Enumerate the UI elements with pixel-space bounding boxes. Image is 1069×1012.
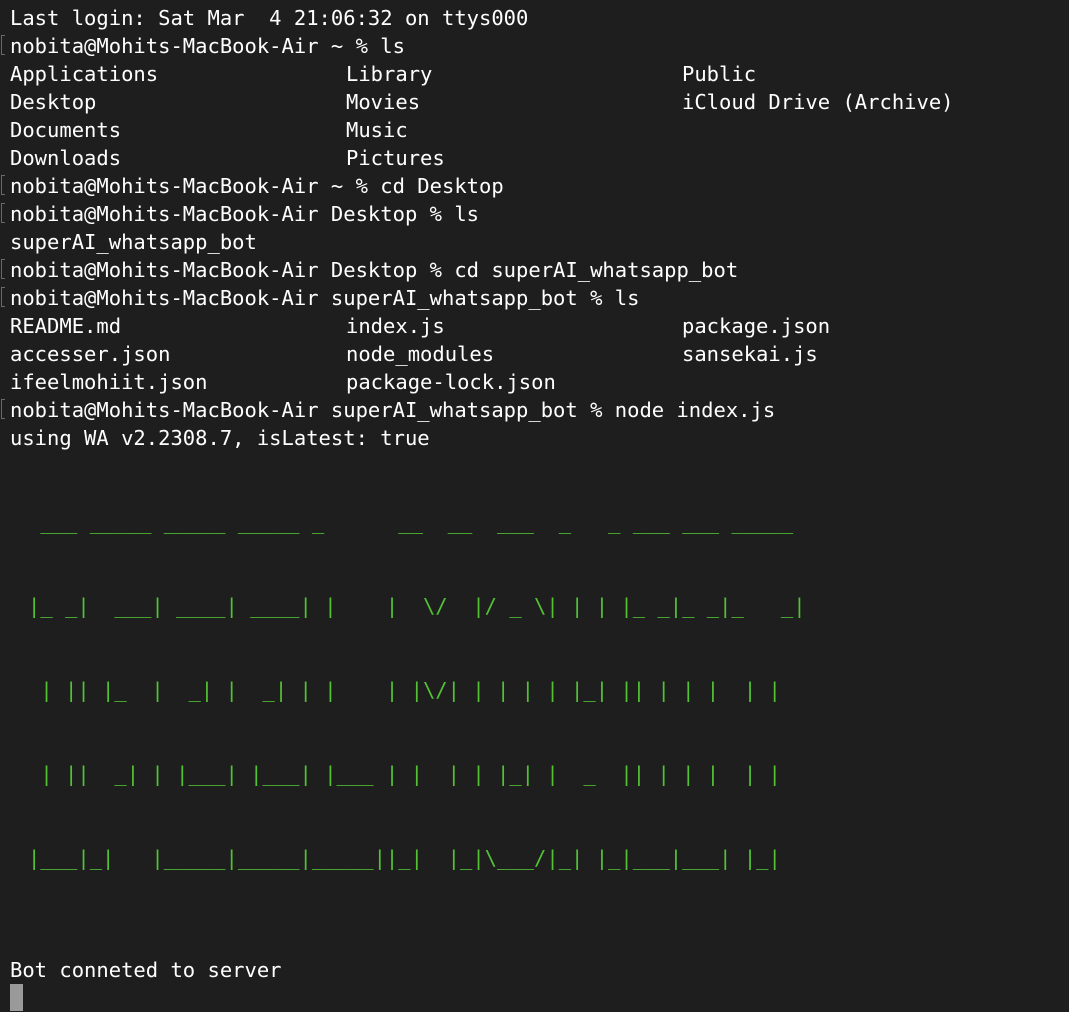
prompt-mark-icon (1, 175, 5, 195)
command-text: nobita@Mohits-MacBook-Air superAI_whatsa… (10, 286, 640, 310)
banner-line: ___ _____ _____ _____ _ __ __ ___ _ _ __… (28, 510, 794, 534)
listing-item: Music (346, 118, 408, 142)
listing-item: Applications (10, 62, 159, 86)
listing-item: index.js (346, 314, 445, 338)
listing-row: README.md index.js package.json (10, 312, 1069, 340)
command-line: nobita@Mohits-MacBook-Air Desktop % ls (1, 200, 1069, 228)
banner-line: |___|_| |_____|_____|_____||_| |_|\___/|… (28, 846, 781, 870)
listing-item: Pictures (346, 146, 445, 170)
banner-line: |_ _| ___| ____| ____| | | \/ |/ _ \| | … (28, 594, 806, 618)
prompt-mark-icon (1, 203, 5, 223)
listing-row: Applications Library Public (10, 60, 1069, 88)
command-text: nobita@Mohits-MacBook-Air ~ % cd Desktop (10, 174, 504, 198)
listing-row: ifeelmohiit.json package-lock.json (10, 368, 1069, 396)
banner-line: | || _| | |___| |___| |___ | | | | |_| |… (28, 762, 781, 786)
text-cursor[interactable] (10, 984, 23, 1011)
listing-item (682, 368, 1018, 396)
listing-item: iCloud Drive (Archive) (682, 90, 954, 114)
desktop-listing: superAI_whatsapp_bot (10, 230, 257, 254)
banner-line: | || |_ | _| | _| | | | |\/| | | | | |_|… (28, 678, 781, 702)
listing-item: sansekai.js (682, 342, 818, 366)
listing-item: package-lock.json (346, 370, 556, 394)
status-line: Bot conneted to server (10, 958, 282, 982)
listing-item (682, 144, 1018, 172)
command-text: nobita@Mohits-MacBook-Air ~ % ls (10, 34, 405, 58)
command-line: nobita@Mohits-MacBook-Air ~ % cd Desktop (1, 172, 1069, 200)
listing-row: Downloads Pictures (10, 144, 1069, 172)
prompt-mark-icon (1, 287, 5, 307)
wa-version-line: using WA v2.2308.7, isLatest: true (10, 426, 430, 450)
command-text: nobita@Mohits-MacBook-Air superAI_whatsa… (10, 398, 776, 422)
terminal-window[interactable]: Last login: Sat Mar 4 21:06:32 on ttys00… (0, 0, 1069, 1011)
listing-row: Desktop Movies iCloud Drive (Archive) (10, 88, 1069, 116)
prompt-mark-icon (1, 399, 5, 419)
listing-item: accesser.json (10, 342, 171, 366)
ascii-banner: ___ _____ _____ _____ _ __ __ ___ _ _ __… (28, 452, 1069, 928)
listing-item: Movies (346, 90, 421, 114)
command-line: nobita@Mohits-MacBook-Air superAI_whatsa… (1, 396, 1069, 424)
listing-item: node_modules (346, 342, 495, 366)
command-line: nobita@Mohits-MacBook-Air Desktop % cd s… (1, 256, 1069, 284)
command-text: nobita@Mohits-MacBook-Air Desktop % ls (10, 202, 479, 226)
listing-item: Downloads (10, 146, 122, 170)
command-text: nobita@Mohits-MacBook-Air Desktop % cd s… (10, 258, 739, 282)
listing-item: Documents (10, 118, 122, 142)
cursor-line[interactable] (10, 984, 1069, 1012)
command-line: nobita@Mohits-MacBook-Air superAI_whatsa… (1, 284, 1069, 312)
listing-row: Documents Music (10, 116, 1069, 144)
command-line: nobita@Mohits-MacBook-Air ~ % ls (1, 32, 1069, 60)
listing-item: Library (346, 62, 433, 86)
last-login-line: Last login: Sat Mar 4 21:06:32 on ttys00… (10, 6, 529, 30)
prompt-mark-icon (1, 35, 5, 55)
listing-item: README.md (10, 314, 122, 338)
listing-item: Public (682, 62, 757, 86)
listing-item: Desktop (10, 90, 97, 114)
listing-item (682, 116, 1018, 144)
prompt-mark-icon (1, 259, 5, 279)
listing-item: ifeelmohiit.json (10, 370, 208, 394)
listing-item: package.json (682, 314, 831, 338)
listing-row: accesser.json node_modules sansekai.js (10, 340, 1069, 368)
